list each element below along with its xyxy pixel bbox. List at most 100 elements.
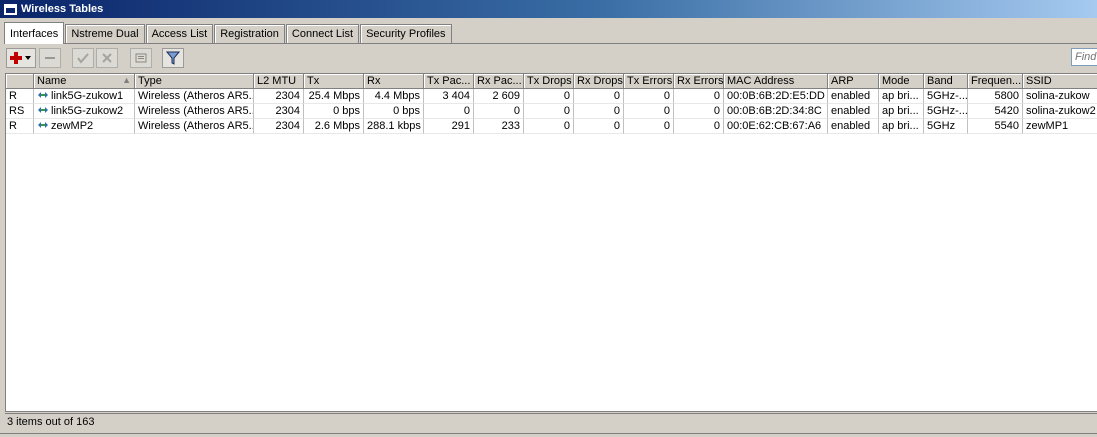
cell-rx-drops: 0	[574, 119, 624, 134]
cell-band: 5GHz-...	[924, 89, 968, 104]
cell-l2mtu: 2304	[254, 119, 304, 134]
col-rx-drops[interactable]: Rx Drops	[574, 74, 624, 89]
cell-mode: ap bri...	[879, 119, 924, 134]
cell-flags-text: R	[9, 90, 17, 102]
add-menu-icon	[10, 52, 31, 64]
cell-arp: enabled	[828, 89, 879, 104]
table-row[interactable]: RS link5G-zukow2 Wireless (Atheros AR5... 2…	[6, 104, 1097, 119]
col-flags[interactable]	[6, 74, 34, 89]
add-button[interactable]	[6, 48, 36, 68]
cell-l2mtu-text: 2304	[275, 90, 300, 102]
cell-name: link5G-zukow2	[34, 104, 135, 119]
cell-rx-drops-text: 0	[613, 90, 620, 102]
cell-mode-text: ap bri...	[882, 105, 919, 117]
comment-button[interactable]	[130, 48, 152, 68]
col-rx-errors[interactable]: Rx Errors	[674, 74, 724, 89]
tab-connect-list[interactable]: Connect List	[285, 24, 360, 43]
cell-rx: 4.4 Mbps	[364, 89, 424, 104]
tab-interfaces[interactable]: Interfaces	[4, 22, 65, 44]
col-l2mtu[interactable]: L2 MTU	[254, 74, 304, 89]
tab-registration[interactable]: Registration	[214, 24, 285, 43]
cell-mac: 00:0B:6B:2D:34:8C	[724, 104, 828, 119]
col-frequency[interactable]: Frequen...	[968, 74, 1023, 89]
cell-ssid-text: zewMP1	[1026, 120, 1069, 132]
col-band[interactable]: Band	[924, 74, 968, 89]
cell-rx-text: 4.4 Mbps	[374, 90, 420, 102]
cell-tx-drops: 0	[524, 104, 574, 119]
col-rx-packets[interactable]: Rx Pac...	[474, 74, 524, 89]
cell-rx-errors-text: 0	[713, 120, 720, 132]
col-tx[interactable]: Tx	[304, 74, 364, 89]
cell-arp: enabled	[828, 119, 879, 134]
col-type[interactable]: Type	[135, 74, 254, 89]
cell-mac-text: 00:0B:6B:2D:34:8C	[727, 105, 822, 117]
cell-mode-text: ap bri...	[882, 120, 919, 132]
col-name[interactable]: Name ▲	[34, 74, 135, 89]
cell-tx: 0 bps	[304, 104, 364, 119]
cell-type: Wireless (Atheros AR5...	[135, 89, 254, 104]
cell-tx: 2.6 Mbps	[304, 119, 364, 134]
cell-ssid-text: solina-zukow2	[1026, 105, 1096, 117]
cell-arp-text: enabled	[831, 120, 871, 132]
status-bar: 3 items out of 163	[5, 413, 1097, 431]
wireless-interface-icon	[38, 107, 48, 113]
cell-rx-drops-text: 0	[613, 105, 620, 117]
tab-access-list[interactable]: Access List	[145, 24, 214, 43]
col-mac[interactable]: MAC Address	[724, 74, 828, 89]
tab-nstreme-dual[interactable]: Nstreme Dual	[65, 24, 145, 43]
cell-mac: 00:0B:6B:2D:E5:DD	[724, 89, 828, 104]
table-row[interactable]: RzewMP2 Wireless (Atheros AR5... 2304 2.6 M…	[6, 119, 1097, 134]
remove-button[interactable]	[39, 48, 61, 68]
cell-name-text: link5G-zukow1	[51, 90, 124, 102]
cell-tx-errors-text: 0	[663, 120, 670, 132]
cell-mac-text: 00:0E:62:CB:67:A6	[727, 120, 822, 132]
col-tx-errors[interactable]: Tx Errors	[624, 74, 674, 89]
cell-tx-packets-text: 0	[463, 105, 470, 117]
disable-button[interactable]	[96, 48, 118, 68]
comment-icon	[135, 53, 147, 63]
filter-button[interactable]	[162, 48, 184, 68]
find-input[interactable]	[1071, 48, 1097, 66]
cell-tx-text: 25.4 Mbps	[308, 90, 360, 102]
remove-icon	[45, 57, 55, 59]
cell-rx-errors: 0	[674, 89, 724, 104]
cell-tx-text: 2.6 Mbps	[314, 120, 360, 132]
filter-icon	[166, 51, 180, 65]
cell-l2mtu: 2304	[254, 89, 304, 104]
cell-frequency-text: 5420	[994, 105, 1019, 117]
interfaces-table: Name ▲ Type L2 MTU Tx Rx Tx Pac... Rx Pa…	[5, 73, 1097, 412]
toolbar	[4, 46, 1097, 70]
col-tx-drops[interactable]: Tx Drops	[524, 74, 574, 89]
table-row[interactable]: Rlink5G-zukow1 Wireless (Atheros AR5... 23…	[6, 89, 1097, 104]
sort-asc-icon: ▲	[122, 75, 131, 85]
cell-rx-errors-text: 0	[713, 90, 720, 102]
enable-button[interactable]	[72, 48, 94, 68]
cell-band: 5GHz	[924, 119, 968, 134]
col-rx[interactable]: Rx	[364, 74, 424, 89]
cell-tx-errors-text: 0	[663, 90, 670, 102]
col-mode[interactable]: Mode	[879, 74, 924, 89]
cell-mode: ap bri...	[879, 104, 924, 119]
cell-band: 5GHz-...	[924, 104, 968, 119]
disable-icon	[102, 53, 112, 63]
cell-mode: ap bri...	[879, 89, 924, 104]
cell-l2mtu-text: 2304	[275, 105, 300, 117]
col-tx-packets[interactable]: Tx Pac...	[424, 74, 474, 89]
tab-security-profiles[interactable]: Security Profiles	[360, 24, 452, 43]
cell-rx-packets: 2 609	[474, 89, 524, 104]
cell-flags: RS	[6, 104, 34, 119]
col-arp[interactable]: ARP	[828, 74, 879, 89]
cell-tx-errors: 0	[624, 119, 674, 134]
cell-rx-packets-text: 233	[501, 120, 520, 132]
cell-rx-drops: 0	[574, 104, 624, 119]
cell-arp: enabled	[828, 104, 879, 119]
cell-flags-text: RS	[9, 105, 25, 117]
tab-strip: Interfaces Nstreme Dual Access List Regi…	[4, 21, 453, 44]
cell-name: link5G-zukow1	[34, 89, 135, 104]
cell-name-text: zewMP2	[51, 120, 94, 132]
cell-tx-drops: 0	[524, 119, 574, 134]
cell-name-text: link5G-zukow2	[51, 105, 124, 117]
col-ssid[interactable]: SSID	[1023, 74, 1097, 89]
cell-rx: 0 bps	[364, 104, 424, 119]
cell-rx-errors: 0	[674, 104, 724, 119]
